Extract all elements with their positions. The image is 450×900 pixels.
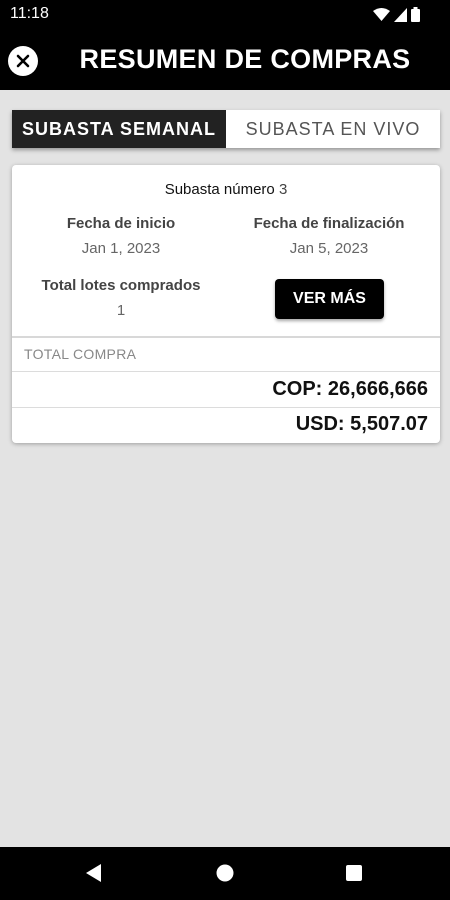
navigation-bar (0, 847, 450, 900)
lots-value: 1 (116, 302, 126, 319)
divider (12, 371, 440, 372)
battery-icon (411, 7, 420, 22)
auction-number-line: Subasta número 3 (12, 181, 440, 198)
total-purchase-label: TOTAL COMPRA (24, 346, 137, 362)
start-date-label: Fecha de inicio (66, 215, 176, 232)
status-bar: 11:18 (0, 0, 450, 28)
signal-icon (394, 7, 407, 22)
tab-subasta-en-vivo[interactable]: SUBASTA EN VIVO (226, 110, 440, 148)
wifi-icon (373, 7, 390, 21)
purchase-summary-card: Subasta número 3 Fecha de inicio Jan 1, … (12, 165, 440, 443)
lots-label: Total lotes comprados (41, 277, 201, 294)
ver-mas-button[interactable]: VER MÁS (275, 279, 384, 319)
total-usd-value: USD: 5,507.07 (295, 413, 428, 435)
tab-subasta-semanal[interactable]: SUBASTA SEMANAL (12, 110, 226, 148)
auction-tabs: SUBASTA SEMANAL SUBASTA EN VIVO (12, 110, 440, 148)
divider (12, 407, 440, 408)
divider (12, 336, 440, 338)
start-date-value: Jan 1, 2023 (81, 240, 161, 257)
status-icons (373, 7, 420, 22)
end-date-value: Jan 5, 2023 (289, 240, 369, 257)
status-time: 11:18 (10, 5, 49, 22)
auction-number-label: Subasta número (164, 181, 275, 198)
recents-icon[interactable] (346, 865, 362, 881)
home-icon[interactable] (216, 864, 234, 882)
end-date-label: Fecha de finalización (253, 215, 405, 232)
total-cop-value: COP: 26,666,666 (272, 378, 428, 400)
app-bar: RESUMEN DE COMPRAS (0, 28, 450, 90)
page-title: RESUMEN DE COMPRAS (79, 44, 411, 74)
auction-number-value: 3 (278, 181, 288, 198)
back-icon[interactable] (86, 864, 102, 882)
